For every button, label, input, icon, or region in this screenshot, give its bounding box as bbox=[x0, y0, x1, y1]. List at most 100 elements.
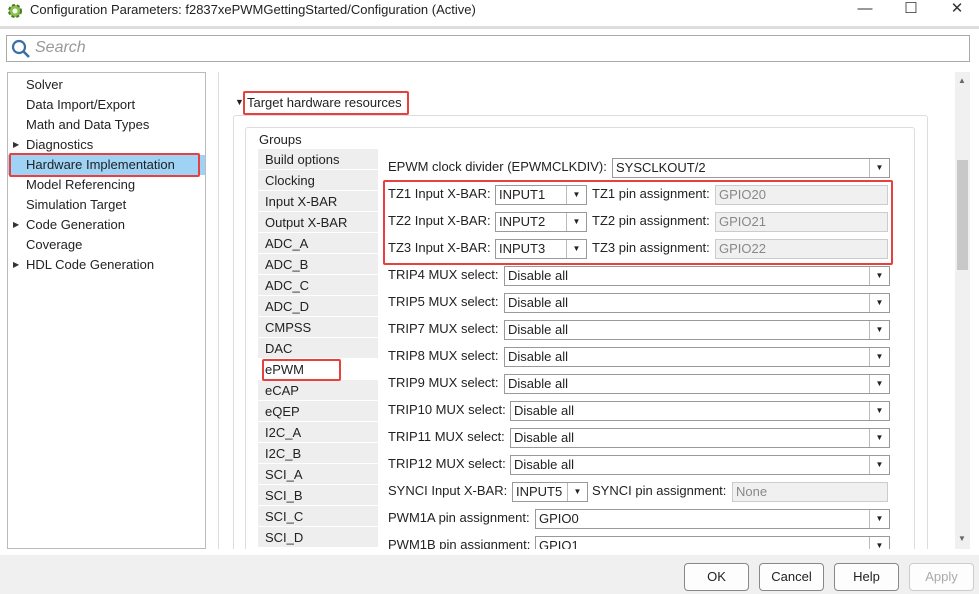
group-item[interactable]: ADC_B bbox=[258, 254, 378, 275]
group-item[interactable]: SCI_D bbox=[258, 527, 378, 548]
chevron-down-icon[interactable]: ▼ bbox=[567, 483, 587, 501]
dropdown[interactable]: GPIO0 ▼ bbox=[535, 509, 890, 529]
field-label: TRIP10 MUX select: bbox=[388, 402, 506, 417]
field-label: PWM1A pin assignment: bbox=[388, 510, 530, 525]
tree-item[interactable]: Coverage bbox=[8, 235, 205, 255]
chevron-down-icon[interactable]: ▼ bbox=[869, 537, 889, 549]
group-item[interactable]: I2C_A bbox=[258, 422, 378, 443]
tree-item[interactable]: Data Import/Export bbox=[8, 95, 205, 115]
collapse-triangle-icon[interactable]: ▼ bbox=[235, 97, 244, 107]
group-item[interactable]: I2C_B bbox=[258, 443, 378, 464]
dropdown[interactable]: Disable all ▼ bbox=[504, 266, 890, 286]
chevron-down-icon[interactable]: ▼ bbox=[869, 510, 889, 528]
field-label: TRIP5 MUX select: bbox=[388, 294, 499, 309]
dropdown[interactable]: INPUT2 ▼ bbox=[495, 212, 587, 232]
group-item[interactable]: SCI_C bbox=[258, 506, 378, 527]
section-title[interactable]: Target hardware resources bbox=[247, 93, 402, 113]
dropdown[interactable]: GPIO1 ▼ bbox=[535, 536, 890, 549]
dropdown-value: INPUT1 bbox=[499, 187, 546, 202]
tree-item-label: Coverage bbox=[26, 237, 83, 252]
maximize-button[interactable]: ☐ bbox=[891, 0, 931, 20]
group-item[interactable]: SCI_B bbox=[258, 485, 378, 506]
field-label: SYNCI pin assignment: bbox=[592, 483, 727, 498]
chevron-down-icon[interactable]: ▼ bbox=[869, 402, 889, 420]
tree-item[interactable]: Math and Data Types bbox=[8, 115, 205, 135]
tree-item-label: HDL Code Generation bbox=[26, 257, 155, 272]
tree-item[interactable]: Hardware Implementation bbox=[8, 155, 205, 175]
tree-item[interactable]: Solver bbox=[8, 75, 205, 95]
field-label: TZ2 Input X-BAR: bbox=[388, 213, 491, 228]
chevron-down-icon[interactable]: ▼ bbox=[566, 186, 586, 204]
expand-arrow-icon[interactable]: ▶ bbox=[13, 215, 19, 235]
cancel-button[interactable]: Cancel bbox=[759, 563, 824, 591]
chevron-down-icon[interactable]: ▼ bbox=[869, 294, 889, 312]
group-item[interactable]: eQEP bbox=[258, 401, 378, 422]
field-label: TZ1 Input X-BAR: bbox=[388, 186, 491, 201]
ok-button[interactable]: OK bbox=[684, 563, 749, 591]
dropdown[interactable]: Disable all ▼ bbox=[504, 293, 890, 313]
group-item[interactable]: ADC_A bbox=[258, 233, 378, 254]
divider bbox=[0, 26, 979, 29]
apply-button[interactable]: Apply bbox=[909, 563, 974, 591]
dropdown-value: SYSCLKOUT/2 bbox=[616, 160, 706, 175]
group-item[interactable]: Input X-BAR bbox=[258, 191, 378, 212]
group-item[interactable]: ePWM bbox=[258, 359, 378, 380]
chevron-down-icon[interactable]: ▼ bbox=[869, 348, 889, 366]
field-label: TZ3 Input X-BAR: bbox=[388, 240, 491, 255]
dropdown-value: Disable all bbox=[514, 430, 574, 445]
dropdown[interactable]: Disable all ▼ bbox=[510, 455, 890, 475]
chevron-down-icon[interactable]: ▼ bbox=[869, 429, 889, 447]
tree-item[interactable]: Model Referencing bbox=[8, 175, 205, 195]
tree-item-label: Math and Data Types bbox=[26, 117, 150, 132]
group-item[interactable]: ADC_C bbox=[258, 275, 378, 296]
readonly-field: GPIO20 bbox=[715, 185, 888, 205]
dropdown[interactable]: INPUT3 ▼ bbox=[495, 239, 587, 259]
window-title: Configuration Parameters: f2837xePWMGett… bbox=[30, 2, 476, 17]
dropdown[interactable]: Disable all ▼ bbox=[504, 347, 890, 367]
group-item[interactable]: CMPSS bbox=[258, 317, 378, 338]
field-label: TZ2 pin assignment: bbox=[592, 213, 710, 228]
dropdown[interactable]: INPUT1 ▼ bbox=[495, 185, 587, 205]
group-item[interactable]: ADC_D bbox=[258, 296, 378, 317]
group-item[interactable]: Build options bbox=[258, 149, 378, 170]
help-button[interactable]: Help bbox=[834, 563, 899, 591]
settings-pane: ▼ Target hardware resources Groups Build… bbox=[220, 72, 955, 549]
group-item[interactable]: Clocking bbox=[258, 170, 378, 191]
chevron-down-icon[interactable]: ▼ bbox=[869, 456, 889, 474]
dropdown[interactable]: INPUT5 ▼ bbox=[512, 482, 588, 502]
tree-item[interactable]: ▶ HDL Code Generation bbox=[8, 255, 205, 275]
dropdown[interactable]: SYSCLKOUT/2 ▼ bbox=[612, 158, 890, 178]
dropdown[interactable]: Disable all ▼ bbox=[510, 428, 890, 448]
minimize-button[interactable]: — bbox=[845, 0, 885, 20]
chevron-down-icon[interactable]: ▼ bbox=[869, 321, 889, 339]
chevron-down-icon[interactable]: ▼ bbox=[869, 267, 889, 285]
tree-item[interactable]: ▶ Diagnostics bbox=[8, 135, 205, 155]
close-button[interactable]: ✕ bbox=[937, 0, 977, 20]
dropdown-value: Disable all bbox=[508, 295, 568, 310]
vertical-scrollbar[interactable]: ▲ ▼ bbox=[955, 72, 970, 549]
chevron-down-icon[interactable]: ▼ bbox=[869, 375, 889, 393]
groups-label: Groups bbox=[259, 132, 302, 147]
group-item[interactable]: eCAP bbox=[258, 380, 378, 401]
tree-item[interactable]: ▶ Code Generation bbox=[8, 215, 205, 235]
dropdown[interactable]: Disable all ▼ bbox=[504, 374, 890, 394]
dropdown-value: Disable all bbox=[514, 457, 574, 472]
chevron-down-icon[interactable]: ▼ bbox=[566, 240, 586, 258]
scroll-thumb[interactable] bbox=[957, 160, 968, 270]
group-item[interactable]: DAC bbox=[258, 338, 378, 359]
scroll-down-icon[interactable]: ▼ bbox=[958, 534, 966, 543]
tree-item[interactable]: Simulation Target bbox=[8, 195, 205, 215]
chevron-down-icon[interactable]: ▼ bbox=[869, 159, 889, 177]
chevron-down-icon[interactable]: ▼ bbox=[566, 213, 586, 231]
dropdown[interactable]: Disable all ▼ bbox=[510, 401, 890, 421]
group-item[interactable]: SCI_A bbox=[258, 464, 378, 485]
search-input[interactable]: Search bbox=[6, 35, 970, 62]
expand-arrow-icon[interactable]: ▶ bbox=[13, 135, 19, 155]
expand-arrow-icon[interactable]: ▶ bbox=[13, 255, 19, 275]
scroll-up-icon[interactable]: ▲ bbox=[958, 76, 966, 85]
dropdown[interactable]: Disable all ▼ bbox=[504, 320, 890, 340]
splitter[interactable] bbox=[218, 72, 219, 549]
group-item[interactable]: Output X-BAR bbox=[258, 212, 378, 233]
dropdown-value: INPUT3 bbox=[499, 241, 546, 256]
field-label: TRIP12 MUX select: bbox=[388, 456, 506, 471]
